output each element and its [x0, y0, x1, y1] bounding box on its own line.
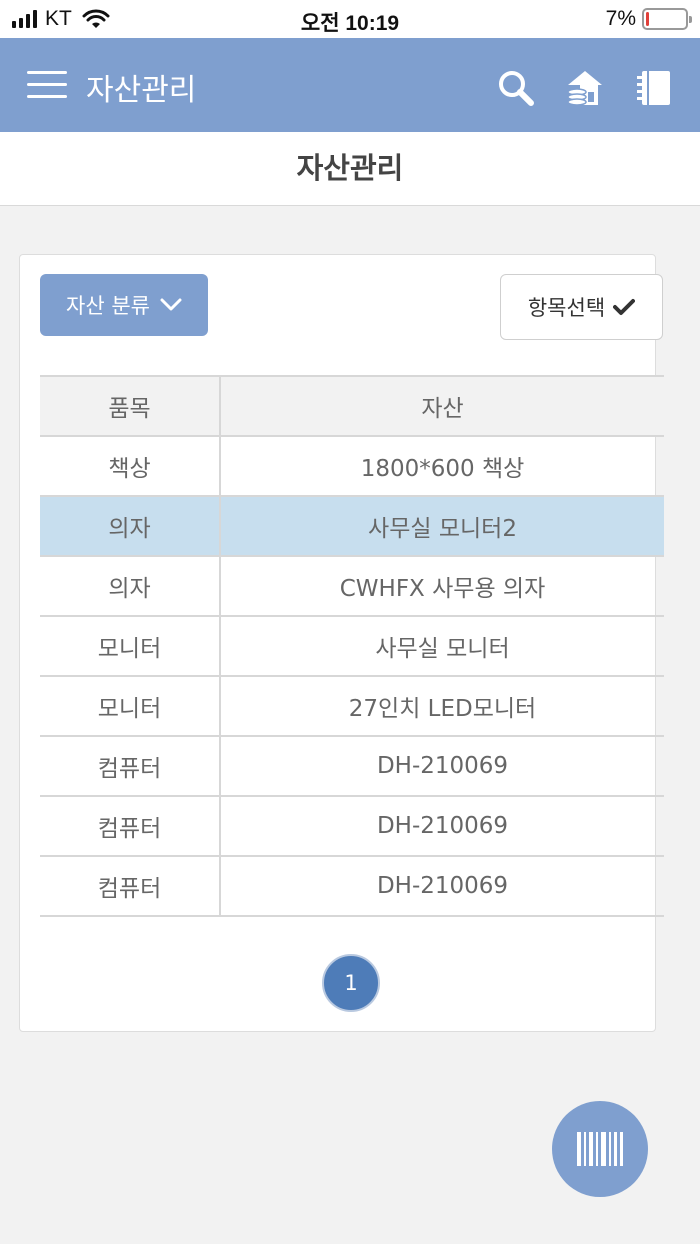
- table-row[interactable]: 모니터 사무실 모니터: [40, 616, 664, 677]
- notebook-icon[interactable]: [634, 68, 674, 108]
- table-row-selected[interactable]: 의자 사무실 모니터2: [40, 496, 664, 557]
- asset-card: 자산 분류 항목선택 품목 자산 책상 1800*600 책상 의자 사무실 모…: [19, 254, 664, 1032]
- status-right: 7%: [605, 7, 692, 31]
- page-title: 자산관리: [0, 132, 700, 206]
- barcode-icon: [577, 1132, 623, 1166]
- select-items-label: 항목선택: [527, 296, 606, 320]
- cell-asset: CWHFX 사무용 의자: [220, 556, 664, 617]
- cell-asset: 27인치 LED모니터: [220, 676, 664, 737]
- asset-table: 품목 자산 책상 1800*600 책상 의자 사무실 모니터2 의자 CWHF…: [40, 375, 664, 917]
- cell-asset: 1800*600 책상: [220, 436, 664, 497]
- cell-asset: DH-210069: [220, 736, 664, 797]
- cell-item: 컴퓨터: [40, 796, 221, 857]
- cell-item: 의자: [40, 496, 221, 557]
- cell-item: 컴퓨터: [40, 736, 221, 797]
- cell-item: 컴퓨터: [40, 856, 221, 917]
- status-time: 오전 10:19: [300, 12, 400, 35]
- cell-item: 의자: [40, 556, 221, 617]
- cell-asset: DH-210069: [220, 796, 664, 857]
- app-header: 자산관리: [0, 38, 700, 132]
- asset-category-label: 자산 분류: [66, 294, 150, 318]
- table-row[interactable]: 컴퓨터 DH-210069: [40, 736, 664, 797]
- header-title: 자산관리: [86, 73, 197, 108]
- column-header-item: 품목: [40, 375, 221, 437]
- select-items-button[interactable]: 항목선택: [500, 274, 663, 340]
- checkmark-icon: [613, 299, 636, 315]
- chevron-down-icon: [160, 298, 182, 311]
- table-row[interactable]: 컴퓨터 DH-210069: [40, 796, 664, 857]
- table-row[interactable]: 컴퓨터 DH-210069: [40, 856, 664, 917]
- cell-asset: DH-210069: [220, 856, 664, 917]
- column-header-asset: 자산: [220, 375, 664, 437]
- cell-asset: 사무실 모니터: [220, 616, 664, 677]
- menu-icon[interactable]: [27, 71, 67, 99]
- battery-percent: 7%: [605, 7, 636, 30]
- asset-category-dropdown[interactable]: 자산 분류: [40, 274, 208, 336]
- home-asset-icon[interactable]: [565, 68, 605, 108]
- table-row[interactable]: 책상 1800*600 책상: [40, 436, 664, 497]
- cell-item: 모니터: [40, 616, 221, 677]
- battery-level: [646, 12, 649, 26]
- cell-item: 책상: [40, 436, 221, 497]
- cell-item: 모니터: [40, 676, 221, 737]
- page-1-button[interactable]: 1: [322, 954, 380, 1012]
- status-bar: KT 오전 10:19 7%: [0, 0, 700, 38]
- search-icon[interactable]: [496, 68, 536, 108]
- table-row[interactable]: 의자 CWHFX 사무용 의자: [40, 556, 664, 617]
- barcode-scan-button[interactable]: [552, 1101, 648, 1197]
- table-row[interactable]: 모니터 27인치 LED모니터: [40, 676, 664, 737]
- cell-asset: 사무실 모니터2: [220, 496, 664, 557]
- table-header-row: 품목 자산: [40, 375, 664, 437]
- battery-icon: [642, 8, 692, 30]
